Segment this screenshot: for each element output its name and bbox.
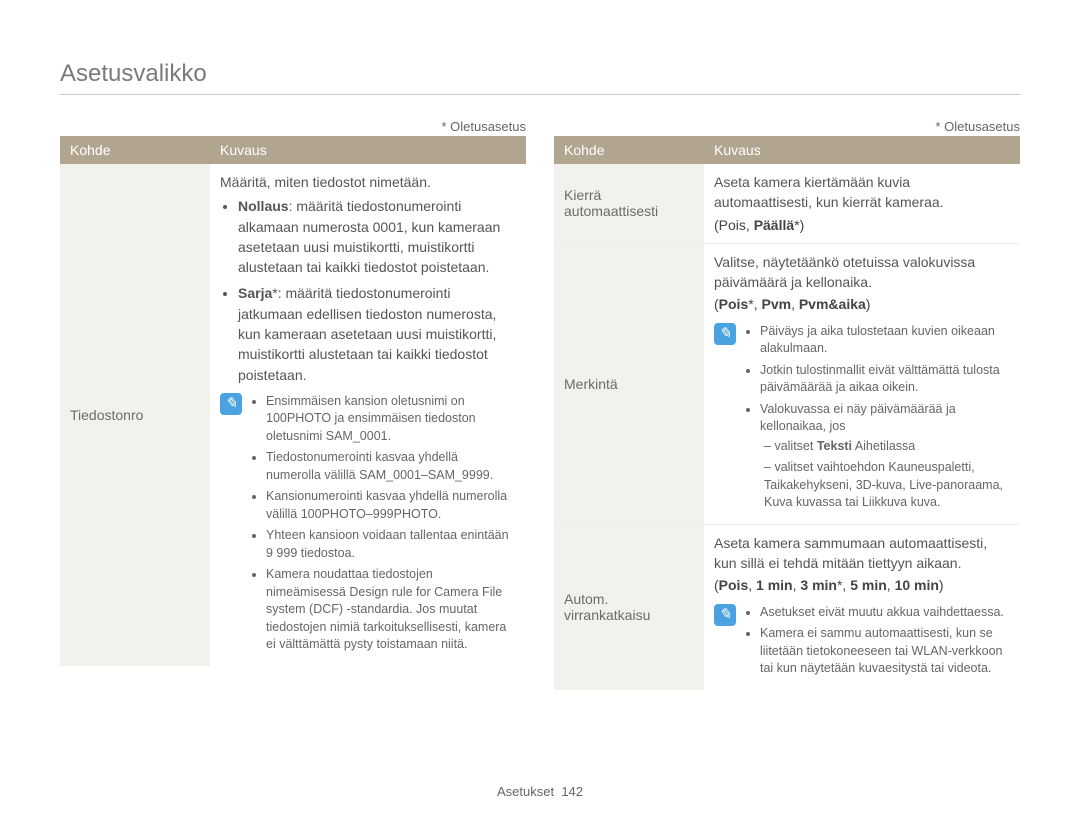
sub-item: valitset vaihtoehdon Kauneuspaletti, Tai… — [764, 459, 1010, 512]
note-item: Jotkin tulostinmallit eivät välttämättä … — [760, 362, 1010, 397]
row-label-autom: Autom. virrankatkaisu — [554, 525, 704, 690]
header-kuvaus-right: Kuvaus — [704, 136, 1020, 164]
row-label-tiedostonro: Tiedostonro — [60, 164, 210, 666]
default-note-left: * Oletusasetus — [60, 119, 526, 134]
note-icon: ✎ — [714, 604, 736, 626]
row-desc-tiedostonro: Määritä, miten tiedostot nimetään. Nolla… — [210, 164, 526, 666]
header-kuvaus-left: Kuvaus — [210, 136, 526, 164]
document-page: Asetusvalikko * Oletusasetus Kohde Kuvau… — [0, 0, 1080, 815]
row-desc-merkinta: Valitse, näytetäänkö otetuissa valokuvis… — [704, 244, 1020, 524]
sub-bold: Teksti — [817, 439, 852, 453]
row-label-kierra: Kierrä automaattisesti — [554, 164, 704, 243]
note-item: Valokuvassa ei näy päivämäärää ja kellon… — [760, 401, 1010, 512]
table-row: Merkintä Valitse, näytetäänkö otetuissa … — [554, 244, 1020, 525]
info-block-merkinta: ✎ Päiväys ja aika tulostetaan kuvien oik… — [714, 323, 1010, 516]
page-footer: Asetukset 142 — [0, 784, 1080, 799]
row-intro: Määritä, miten tiedostot nimetään. — [220, 172, 516, 192]
note-item-text: Valokuvassa ei näy päivämäärää ja kellon… — [760, 402, 956, 434]
note-icon: ✎ — [714, 323, 736, 345]
note-item: Päiväys ja aika tulostetaan kuvien oikea… — [760, 323, 1010, 358]
row-label-merkinta: Merkintä — [554, 244, 704, 524]
footer-label: Asetukset — [497, 784, 554, 799]
main-bullet-list: Nollaus: määritä tiedostonumerointi alka… — [220, 196, 516, 385]
note-icon: ✎ — [220, 393, 242, 415]
footer-page-number: 142 — [561, 784, 583, 799]
info-list-autom: Asetukset eivät muutu akkua vaihdettaess… — [744, 604, 1010, 682]
note-item: Kamera ei sammu automaattisesti, kun se … — [760, 625, 1010, 678]
table-row: Tiedostonro Määritä, miten tiedostot nim… — [60, 164, 526, 666]
header-kohde-right: Kohde — [554, 136, 704, 164]
two-column-layout: * Oletusasetus Kohde Kuvaus Tiedostonro … — [60, 119, 1020, 690]
info-list-left: Ensimmäisen kansion oletusnimi on 100PHO… — [250, 393, 516, 658]
table-row: Kierrä automaattisesti Aseta kamera kier… — [554, 164, 1020, 244]
row3-options: (Pois, 1 min, 3 min*, 5 min, 10 min) — [714, 575, 1010, 595]
note-item: Tiedostonumerointi kasvaa yhdellä numero… — [266, 449, 516, 484]
bullet-nollaus-bold: Nollaus — [238, 198, 289, 214]
row3-text: Aseta kamera sammumaan automaattisesti, … — [714, 533, 1010, 574]
row2-options: (Pois*, Pvm, Pvm&aika) — [714, 294, 1010, 314]
page-title: Asetusvalikko — [60, 60, 1020, 95]
right-column: * Oletusasetus Kohde Kuvaus Kierrä autom… — [554, 119, 1020, 690]
note-item: Kansionumerointi kasvaa yhdellä numeroll… — [266, 488, 516, 523]
row1-options: (Pois, Päällä*) — [714, 215, 1010, 235]
info-block-autom: ✎ Asetukset eivät muutu akkua vaihdettae… — [714, 604, 1010, 682]
note-item: Asetukset eivät muutu akkua vaihdettaess… — [760, 604, 1010, 622]
table-header-right: Kohde Kuvaus — [554, 136, 1020, 164]
note-item: Yhteen kansioon voidaan tallentaa enintä… — [266, 527, 516, 562]
bullet-sarja-bold: Sarja — [238, 285, 272, 301]
row2-text: Valitse, näytetäänkö otetuissa valokuvis… — [714, 252, 1010, 293]
table-header-left: Kohde Kuvaus — [60, 136, 526, 164]
row-desc-kierra: Aseta kamera kiertämään kuvia automaatti… — [704, 164, 1020, 243]
info-block-left: ✎ Ensimmäisen kansion oletusnimi on 100P… — [220, 393, 516, 658]
bullet-sarja-text: : määritä tiedostonumerointi jatkumaan e… — [238, 285, 496, 382]
sub-dash-list: valitset Teksti Aihetilassa valitset vai… — [760, 438, 1010, 512]
table-row: Autom. virrankatkaisu Aseta kamera sammu… — [554, 525, 1020, 690]
bullet-sarja: Sarja*: määritä tiedostonumerointi jatku… — [238, 283, 516, 384]
row-desc-autom: Aseta kamera sammumaan automaattisesti, … — [704, 525, 1020, 690]
sub-item: valitset Teksti Aihetilassa — [764, 438, 1010, 456]
left-column: * Oletusasetus Kohde Kuvaus Tiedostonro … — [60, 119, 526, 690]
bullet-nollaus: Nollaus: määritä tiedostonumerointi alka… — [238, 196, 516, 277]
default-note-right: * Oletusasetus — [554, 119, 1020, 134]
note-item: Kamera noudattaa tiedostojen nimeämisess… — [266, 566, 516, 654]
info-list-merkinta: Päiväys ja aika tulostetaan kuvien oikea… — [744, 323, 1010, 516]
note-item: Ensimmäisen kansion oletusnimi on 100PHO… — [266, 393, 516, 446]
row1-text: Aseta kamera kiertämään kuvia automaatti… — [714, 172, 1010, 213]
header-kohde-left: Kohde — [60, 136, 210, 164]
